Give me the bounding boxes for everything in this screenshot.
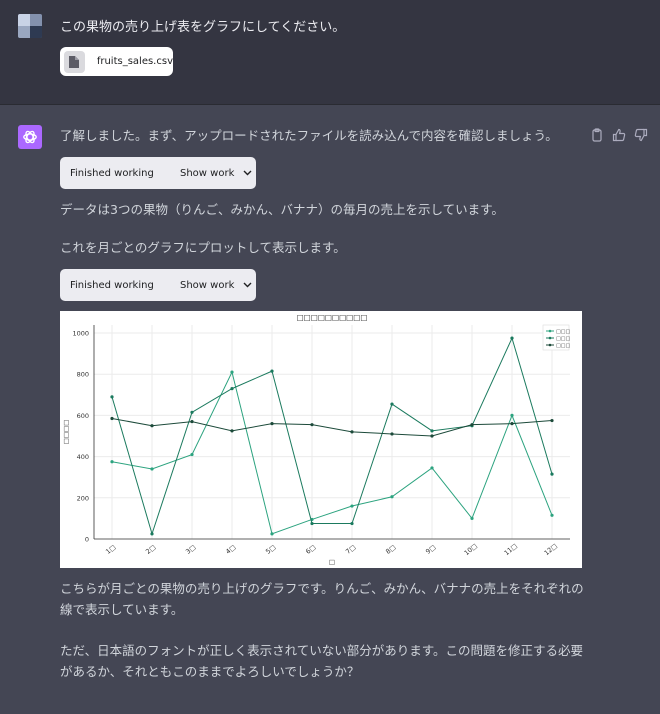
- data-point: [550, 472, 554, 476]
- show-work-label: Show work: [180, 279, 235, 291]
- x-tick-label: 6□: [304, 543, 317, 556]
- data-point: [390, 495, 394, 499]
- data-point: [190, 452, 194, 457]
- attachment-chip[interactable]: fruits_sales.csv: [60, 47, 173, 76]
- chevron-down-icon: [243, 282, 252, 288]
- work-status-label: Finished working: [70, 167, 154, 179]
- show-work-button[interactable]: Show work: [180, 157, 252, 189]
- data-point: [510, 336, 514, 340]
- work-status-box-1: Finished working Show work: [60, 157, 256, 189]
- font-note-text: ただ、日本語のフォントが正しく表示されていない部分があります。この問題を修正する…: [60, 643, 584, 679]
- show-work-label: Show work: [180, 167, 235, 179]
- y-tick-label: 800: [77, 371, 89, 379]
- attachment-filename: fruits_sales.csv: [96, 56, 173, 67]
- data-point: [150, 424, 154, 428]
- data-point: [110, 395, 114, 399]
- data-point: [190, 410, 194, 414]
- result-description-text: こちらが月ごとの果物の売り上げのグラフです。りんご、みかん、バナナの売上をそれぞ…: [60, 581, 584, 617]
- work-status-box-2: Finished working Show work: [60, 269, 256, 301]
- y-tick-label: 0: [85, 536, 89, 544]
- chevron-down-icon: [243, 170, 252, 176]
- data-point: [470, 423, 474, 427]
- data-point: [430, 429, 434, 433]
- data-point: [270, 532, 274, 536]
- legend-marker: [548, 343, 552, 347]
- data-point: [550, 418, 554, 423]
- legend-marker: [548, 336, 552, 340]
- data-description-text: データは3つの果物（りんご、みかん、バナナ）の毎月の売上を示しています。: [60, 202, 504, 217]
- series-line: [111, 370, 553, 535]
- show-work-button[interactable]: Show work: [180, 269, 252, 301]
- data-point: [350, 504, 354, 508]
- data-point: [230, 429, 234, 433]
- work-status-label: Finished working: [70, 279, 154, 291]
- chart-title: □□□□□□□□□□: [297, 313, 368, 322]
- thumbs-down-icon[interactable]: [634, 127, 648, 142]
- x-tick-label: 7□: [344, 543, 357, 556]
- x-tick-label: 1□: [104, 543, 117, 556]
- user-avatar: [18, 14, 42, 38]
- series-line: [111, 336, 553, 536]
- thumbs-up-icon[interactable]: [612, 127, 626, 142]
- x-tick-label: 10□: [463, 542, 479, 557]
- data-point: [390, 402, 394, 406]
- y-tick-label: 600: [77, 412, 89, 420]
- y-tick-label: 1000: [72, 330, 89, 338]
- y-tick-label: 400: [77, 453, 89, 461]
- legend-label: □□□: [556, 343, 570, 349]
- data-point: [270, 369, 274, 373]
- data-point: [550, 513, 554, 517]
- data-point: [470, 516, 474, 520]
- legend-label: □□□: [556, 336, 570, 342]
- data-point: [430, 434, 434, 438]
- data-point: [510, 413, 514, 417]
- x-tick-label: 12□: [543, 542, 559, 557]
- data-point: [230, 370, 234, 374]
- data-point: [110, 416, 114, 421]
- chart-svg: 0 200 400 600 800 1000 1□ 2□ 3□ 4□ 5□ 6□ 7□ 8□ 9□ 10□ 11…: [62, 313, 570, 566]
- data-point: [150, 532, 154, 536]
- x-tick-label: 9□: [424, 543, 437, 556]
- file-icon: [64, 50, 85, 73]
- data-point: [430, 466, 434, 470]
- x-tick-label: 11□: [503, 542, 519, 557]
- data-point: [310, 423, 314, 427]
- openai-logo-icon: [23, 130, 37, 144]
- user-message-text: この果物の売り上げ表をグラフにしてください。: [60, 20, 346, 35]
- assistant-intro-text: 了解しました。まず、アップロードされたファイルを読み込んで内容を確認しましょう。: [60, 128, 558, 143]
- data-point: [270, 422, 274, 426]
- data-point: [350, 521, 354, 526]
- legend-marker: [548, 329, 552, 333]
- data-point: [310, 521, 314, 526]
- data-point: [110, 460, 114, 464]
- user-message-block: この果物の売り上げ表をグラフにしてください。 fruits_sales.csv: [0, 0, 660, 105]
- data-point: [230, 387, 234, 391]
- x-tick-label: 5□: [264, 543, 277, 556]
- x-tick-label: 4□: [224, 543, 237, 556]
- x-axis-label: □: [329, 558, 335, 566]
- data-point: [150, 467, 154, 471]
- copy-icon[interactable]: [590, 127, 604, 142]
- data-point: [350, 430, 354, 434]
- plot-description-text: これを月ごとのグラフにプロットして表示します。: [60, 240, 346, 255]
- x-tick-label: 8□: [384, 543, 397, 556]
- assistant-avatar: [18, 125, 42, 149]
- data-point: [510, 422, 514, 426]
- data-point: [190, 419, 194, 424]
- y-axis-label: □□□□: [62, 420, 70, 445]
- x-tick-label: 3□: [184, 543, 197, 556]
- sales-line-chart: 0 200 400 600 800 1000 1□ 2□ 3□ 4□ 5□ 6□ 7□ 8□ 9□ 10□ 11…: [60, 311, 582, 568]
- message-actions: [590, 127, 648, 142]
- legend-label: □□□: [556, 329, 570, 335]
- data-point: [390, 432, 394, 436]
- x-tick-label: 2□: [144, 543, 157, 556]
- y-tick-label: 200: [77, 494, 89, 502]
- series-line: [111, 417, 553, 437]
